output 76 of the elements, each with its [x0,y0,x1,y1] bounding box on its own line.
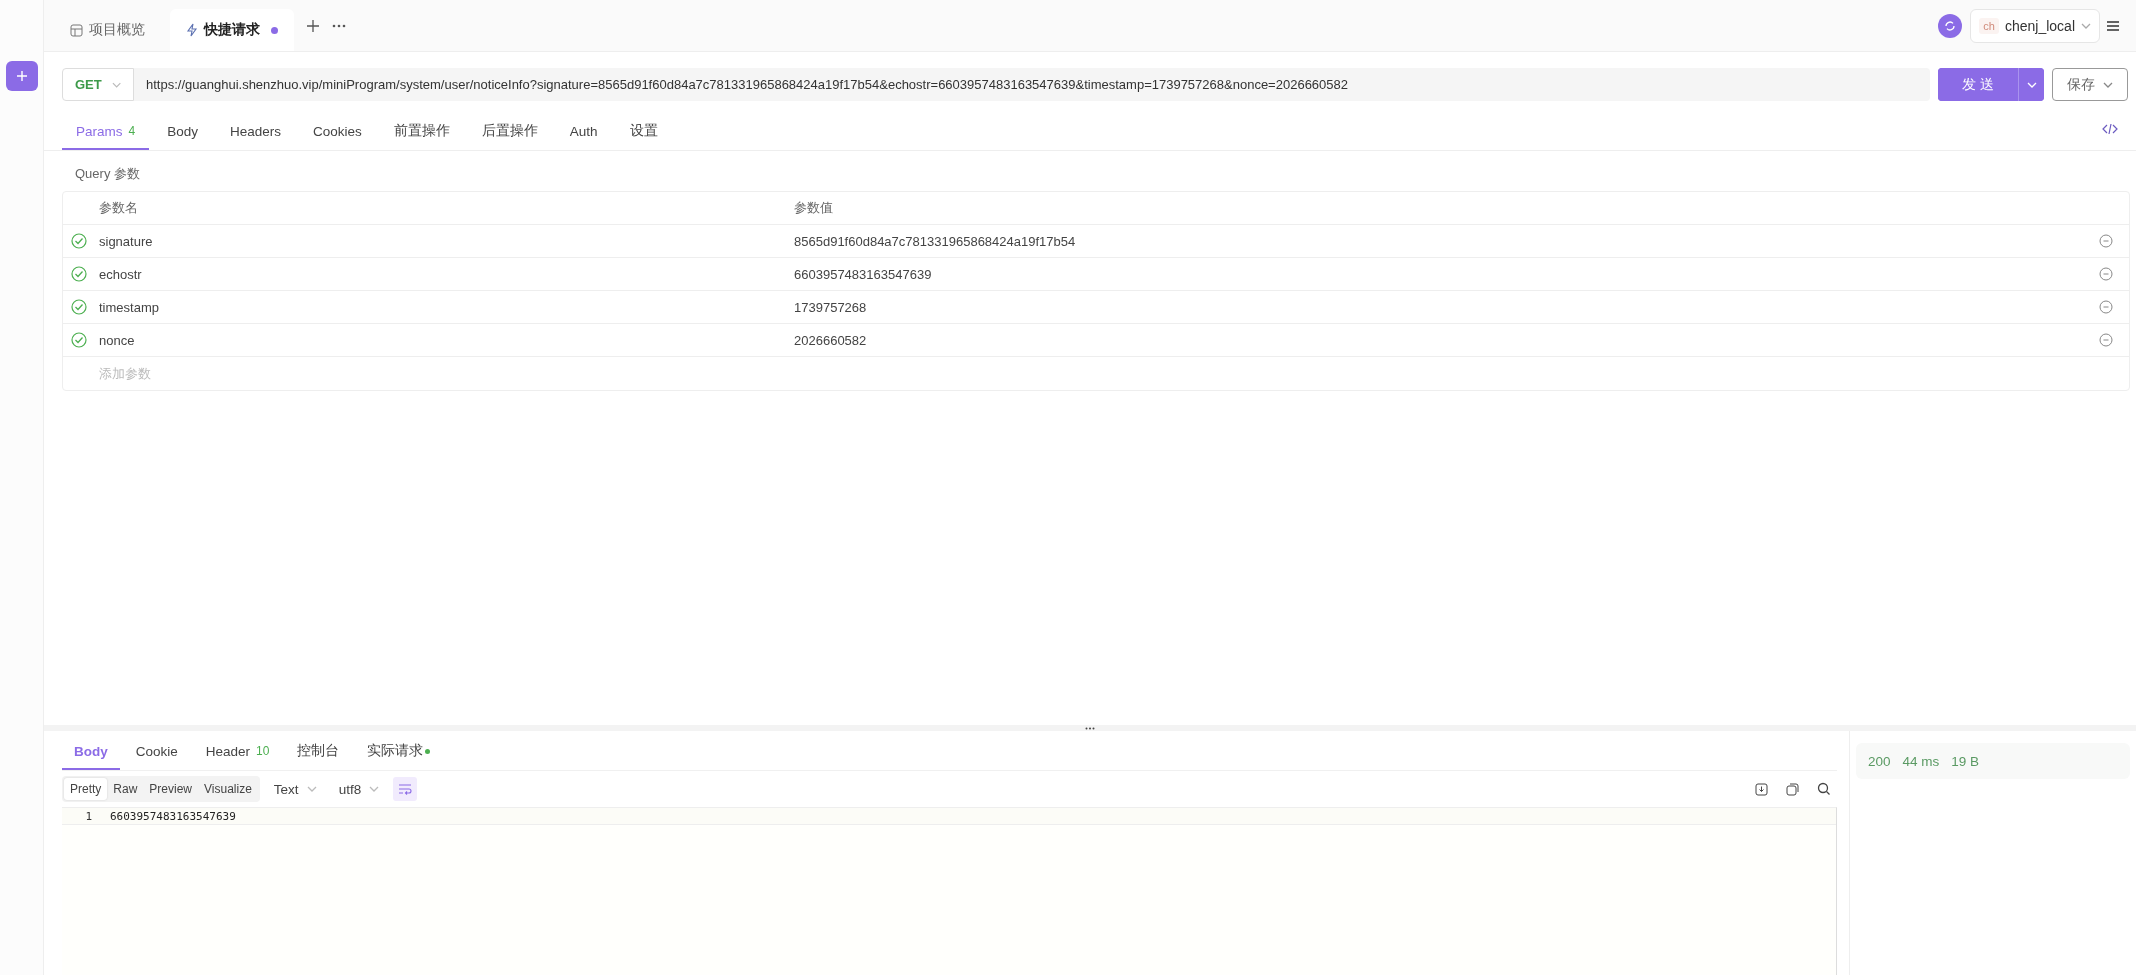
param-name: timestamp [99,299,160,315]
remove-icon[interactable] [2099,300,2113,314]
section-title: Query 参数 [74,165,141,183]
param-value: 8565d91f60d84a7c781331965868424a19f17b54 [794,233,1077,249]
code-line: 6603957483163547639 [110,809,236,823]
request-tab[interactable]: 后置操作 [467,114,552,150]
add-button[interactable] [5,61,38,91]
column-header: 参数值 [794,199,834,217]
wrap-icon [398,783,413,795]
params-count: 4 [128,124,136,138]
lightning-icon [186,23,198,37]
check-circle-icon[interactable] [71,299,87,315]
send-options-button[interactable] [2018,68,2044,101]
search-icon [1817,782,1831,796]
remove-icon[interactable] [2099,333,2113,347]
response-tab[interactable]: Cookie [123,734,190,770]
editor-tab[interactable]: 快捷请求 [170,9,294,51]
more-icon [332,23,346,28]
plus-icon [15,70,28,82]
request-tab[interactable]: Auth [555,114,612,150]
view-mode-button[interactable]: Preview [143,778,199,800]
check-circle-icon[interactable] [71,266,87,282]
editor-tab[interactable]: 项目概览 [54,9,164,51]
view-mode-button[interactable]: Pretty [64,778,108,800]
param-value: 1739757268 [794,299,868,315]
request-tab[interactable]: Params 4 [62,114,150,150]
request-tab[interactable]: 前置操作 [379,114,464,150]
view-mode-button[interactable]: Raw [107,778,144,800]
environment-selector[interactable]: ch chenj_local [1970,8,2100,43]
status-code: 200 [1868,753,1891,769]
param-name: echostr [99,266,143,282]
caret-icon [2026,81,2037,88]
menu-icon [2106,19,2120,32]
format-selector[interactable]: Text [265,781,325,797]
sync-icon [1944,19,1957,32]
remove-icon[interactable] [2099,267,2113,281]
response-tab[interactable]: Body [62,734,120,770]
caret-icon [111,81,121,88]
copy-icon [1786,782,1799,796]
param-name: signature [99,233,154,249]
remove-icon[interactable] [2099,234,2113,248]
response-size: 19 B [1951,753,1980,769]
layout-icon [70,23,83,37]
caret-icon [306,786,317,792]
view-mode-button[interactable]: Visualize [198,778,258,800]
response-time: 44 ms [1902,753,1940,769]
code-icon [2102,122,2118,135]
environment-avatar: ch [1979,17,1999,34]
caret-icon [2081,22,2091,29]
column-header: 参数名 [99,199,139,217]
response-tab[interactable]: Header 10 [193,734,282,770]
request-tab[interactable]: Headers [216,114,295,150]
url-field[interactable]: https://guanghui.shenzhuo.vip/miniProgram/system/user/noticeInfo?signature=8565d91f60d84a7c781331965868424a19f17b54&echostr=6603957483163547639&timestamp=1739757268&nonce=2026660582 [134,68,1930,101]
check-circle-icon[interactable] [71,233,87,249]
save-button[interactable]: 保存 [2052,68,2128,101]
response-tab[interactable]: 控制台 [285,734,352,770]
response-tab[interactable]: 实际请求 [355,734,443,770]
header-count: 10 [256,744,270,758]
drag-handle-icon[interactable] [1085,726,1095,730]
request-tab[interactable]: Cookies [299,114,376,150]
param-name: nonce [99,332,136,348]
param-value: 6603957483163547639 [794,266,933,282]
caret-icon [2103,81,2113,88]
param-value: 2026660582 [794,332,868,348]
request-tab[interactable]: Body [153,114,212,150]
line-number: 1 [84,809,93,823]
plus-icon [306,18,320,33]
wrap-button[interactable] [393,777,418,801]
method-selector[interactable]: GET [62,68,134,101]
check-circle-icon[interactable] [71,332,87,348]
caret-icon [369,786,380,792]
request-tab[interactable]: 设置 [615,114,672,150]
sync-button[interactable] [1938,13,1963,38]
environment-name: chenj_local [2004,17,2075,34]
download-icon [1755,782,1768,796]
encoding-selector[interactable]: utf8 [330,781,388,797]
